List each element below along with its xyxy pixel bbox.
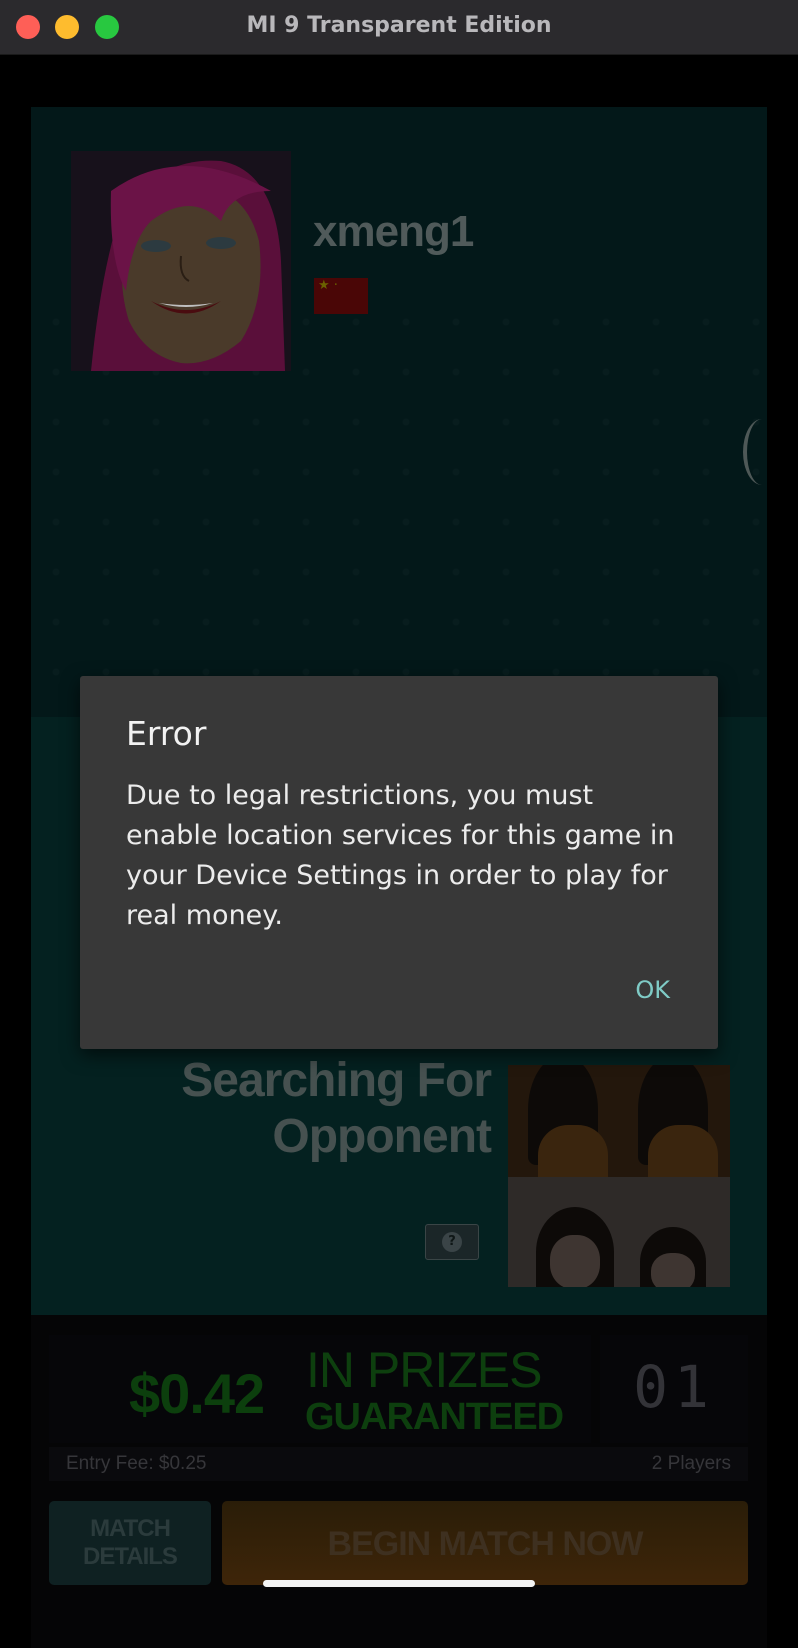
match-details-button[interactable]: MATCH DETAILS <box>49 1501 211 1585</box>
help-button[interactable]: ? <box>425 1224 479 1260</box>
counter-box: 01 <box>600 1335 748 1443</box>
video-face <box>651 1253 695 1287</box>
player-username: xmeng1 <box>313 207 474 256</box>
match-panel: $0.42 IN PRIZES GUARANTEED 01 Entry Fee:… <box>31 1315 767 1648</box>
searching-line-1: Searching For <box>181 1054 492 1107</box>
prize-box: $0.42 IN PRIZES GUARANTEED <box>49 1335 591 1443</box>
dialog-message: Due to legal restrictions, you must enab… <box>126 780 675 931</box>
player-count: 2 Players <box>651 1453 731 1474</box>
video-figure-body <box>648 1125 718 1177</box>
country-flag-icon: ★ · <box>314 278 368 314</box>
searching-line-2: Opponent <box>272 1110 492 1163</box>
match-details-label-2: DETAILS <box>83 1543 178 1570</box>
begin-match-label: BEGIN MATCH NOW <box>327 1525 644 1563</box>
video-face <box>550 1235 600 1287</box>
player-avatar[interactable] <box>71 151 291 371</box>
searching-opponent-text: Searching For Opponent <box>91 1053 492 1165</box>
prize-label-bottom: GUARANTEED <box>305 1396 564 1438</box>
window-titlebar: MI 9 Transparent Edition <box>0 0 798 55</box>
prize-amount: $0.42 <box>129 1362 265 1425</box>
begin-match-button[interactable]: BEGIN MATCH NOW <box>222 1501 748 1585</box>
dialog-ok-button[interactable]: OK <box>635 976 670 1004</box>
question-icon: ? <box>442 1232 462 1252</box>
match-counter: 01 <box>633 1353 715 1421</box>
video-ad-thumbnail[interactable] <box>508 1065 730 1287</box>
match-info-strip: Entry Fee: $0.25 2 Players <box>49 1447 748 1481</box>
window-title: MI 9 Transparent Edition <box>246 13 552 38</box>
prize-label-top: IN PRIZES <box>306 1342 542 1398</box>
video-top-frame <box>508 1065 730 1177</box>
video-figure-body <box>538 1125 608 1177</box>
match-details-label-1: MATCH <box>90 1515 171 1542</box>
home-indicator[interactable] <box>263 1580 535 1587</box>
avatar-illustration <box>71 151 291 371</box>
entry-fee: Entry Fee: $0.25 <box>66 1453 207 1474</box>
error-dialog: Error Due to legal restrictions, you mus… <box>80 676 718 1049</box>
dialog-title: Error <box>126 714 207 753</box>
video-bottom-frame <box>508 1177 730 1287</box>
